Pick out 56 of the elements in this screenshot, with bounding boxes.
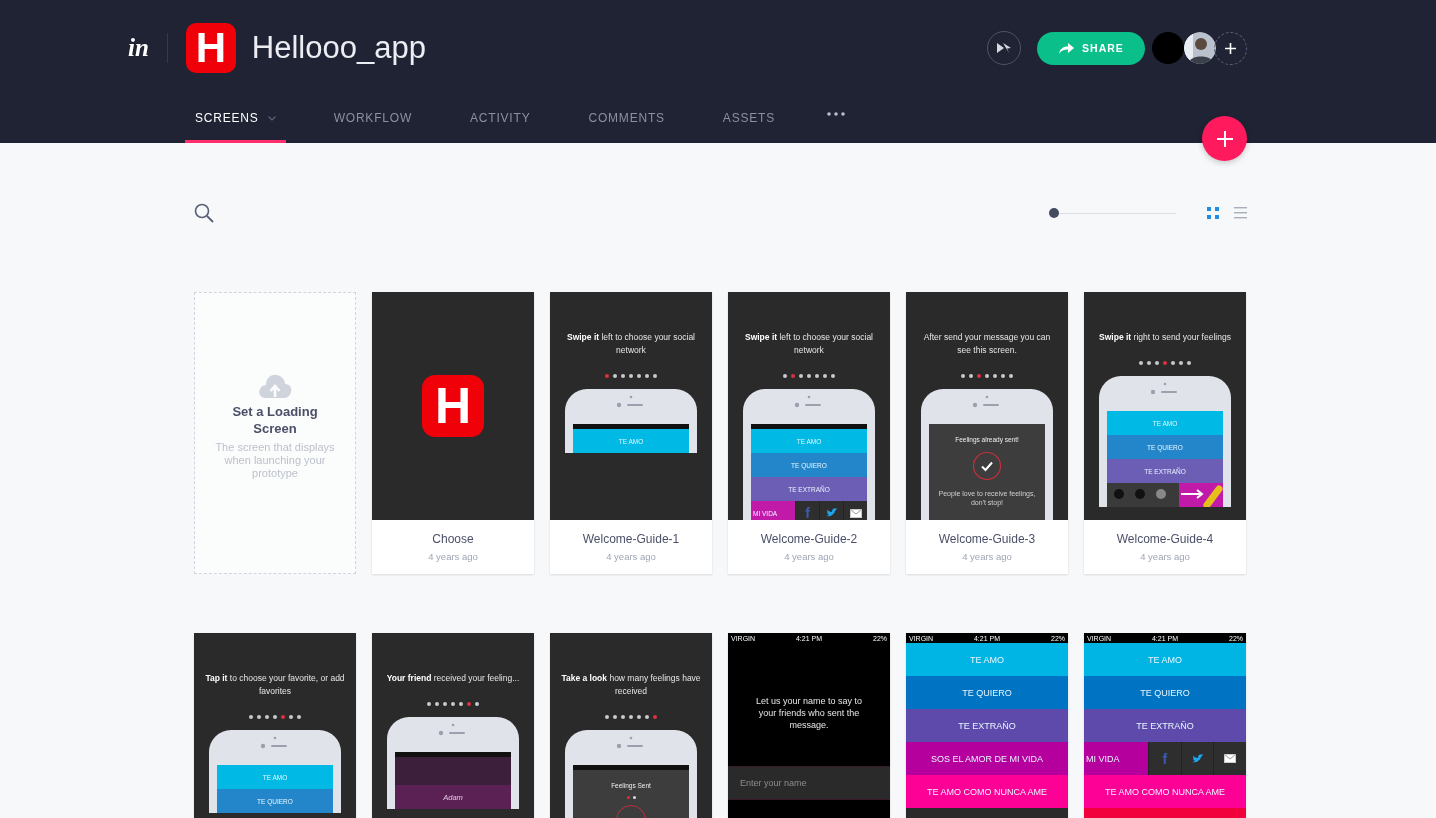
check-circle-icon — [972, 451, 1002, 481]
bird-icon[interactable] — [1191, 753, 1204, 764]
nav-tab[interactable]: ASSETS — [712, 96, 785, 143]
screen-card[interactable]: H Choose 4 years ago — [372, 292, 534, 574]
guide-caption: Your friend received your feeling... — [385, 672, 521, 685]
share-icon — [1058, 42, 1075, 54]
guide-caption: Tap it to choose your favorite, or add favorites — [205, 672, 345, 698]
timestamp: 4 years ago — [428, 551, 478, 562]
feeling-row[interactable]: TE EXTRAÑO — [1084, 709, 1246, 742]
more-icon — [827, 111, 845, 116]
nav-tab[interactable]: WORKFLOW — [323, 96, 423, 143]
grid-view-button[interactable] — [1207, 207, 1219, 219]
placeholder-title: Set a Loading Screen — [231, 402, 319, 437]
screen-thumbnail[interactable]: H — [372, 292, 534, 520]
nav-tab[interactable]: COMMENTS — [578, 96, 675, 143]
placeholder-text: The screen that displays when launching your prototype — [214, 440, 336, 480]
guide-caption: Take a look how many feelings have received — [561, 672, 701, 698]
timestamp: 4 years ago — [1140, 551, 1190, 562]
guide-caption: After send your message you can see this screen. — [922, 331, 1052, 357]
screen-name: Welcome-Guide-3 — [938, 532, 1036, 546]
feeling-row[interactable]: MI VIDA — [1084, 742, 1148, 775]
cloud-upload-icon — [258, 372, 292, 399]
guide-caption: Swipe it left to choose your social network — [743, 331, 874, 357]
feeling-row[interactable]: TE QUIERO — [1084, 676, 1246, 709]
search-icon[interactable] — [194, 203, 214, 223]
timestamp: 4 years ago — [962, 551, 1012, 562]
timestamp: 4 years ago — [606, 551, 656, 562]
project-title: Hellooo_app — [251, 30, 426, 66]
screen-name: Welcome-Guide-4 — [1116, 532, 1214, 546]
feeling-row[interactable]: TE QUIERO — [906, 676, 1068, 709]
nav-tab[interactable]: SCREENS — [185, 96, 286, 143]
envelope-icon[interactable] — [849, 508, 862, 518]
brand-logo[interactable]: in — [128, 34, 149, 62]
screen-name: Welcome-Guide-2 — [760, 532, 858, 546]
name-field[interactable]: Enter your name — [728, 766, 890, 800]
nav-tab[interactable]: ACTIVITY — [460, 96, 541, 143]
preview-icon — [996, 42, 1012, 54]
bird-icon[interactable] — [825, 508, 838, 518]
guide-caption: Swipe it right to send your feelings — [1098, 331, 1232, 344]
loading-screen-placeholder[interactable]: Set a Loading Screen The screen that displays when launching your prototype — [194, 292, 356, 574]
feeling-row[interactable]: TE EXTRAÑO — [906, 709, 1068, 742]
feeling-row[interactable]: SOS EL AMOR DE MI VIDA — [906, 742, 1068, 775]
screen-name: Welcome-Guide-1 — [582, 532, 680, 546]
prompt-text: Let us your name to say to your friends who sent the message. — [754, 695, 864, 731]
slider-thumb[interactable] — [1049, 208, 1059, 218]
guide-caption: Swipe it left to choose your social network — [565, 331, 696, 357]
avatar[interactable] — [1184, 32, 1216, 64]
feeling-row[interactable]: TE AMO COMO NUNCA AME — [906, 775, 1068, 808]
timestamp: 4 years ago — [784, 551, 834, 562]
envelope-icon[interactable] — [1224, 754, 1237, 763]
feeling-row[interactable]: TE AMO COMO NUNCA AME — [1084, 775, 1246, 808]
plus-icon — [1216, 130, 1233, 147]
app-icon: H — [422, 375, 484, 437]
screen-name: Choose — [432, 532, 474, 546]
app-icon: H — [185, 23, 236, 73]
plus-icon — [1225, 42, 1236, 54]
